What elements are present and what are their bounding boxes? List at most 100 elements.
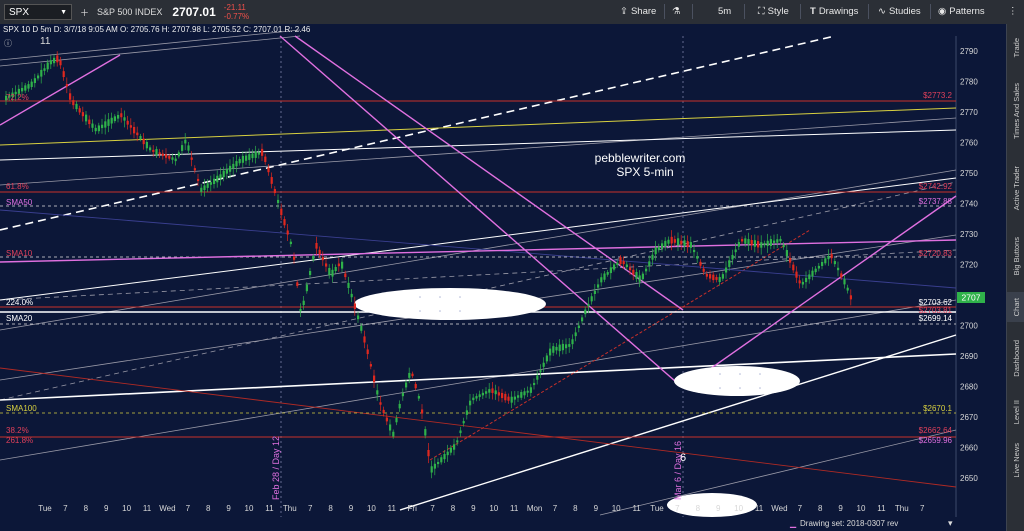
price-chart[interactable]: pebblewriter.com SPX 5-min 72.2% 61.8% S… — [0, 24, 1006, 531]
candle-body — [805, 277, 808, 283]
plus-icon[interactable]: ＋ — [80, 6, 89, 19]
x-tick-label: Thu — [283, 504, 297, 513]
candle-body — [328, 268, 331, 275]
candle-body — [725, 267, 728, 273]
tab-trade-label: Trade — [1011, 38, 1021, 58]
x-tick-label: 10 — [245, 504, 254, 513]
candle-body — [117, 114, 120, 119]
x-tick-label: Fri — [408, 504, 418, 513]
candle-body — [513, 396, 516, 400]
candle-body — [357, 315, 360, 320]
tab-dashboard[interactable]: Dashboard — [1007, 328, 1024, 388]
flask-icon: ⚗ — [672, 6, 681, 17]
studies-button[interactable]: ∿ Studies — [878, 3, 921, 20]
x-tick-label: Wed — [159, 504, 175, 513]
candle-body — [833, 261, 836, 265]
x-tick-label: 9 — [838, 504, 843, 513]
candle-body — [149, 147, 152, 151]
candle-body — [353, 303, 356, 310]
candle-body — [475, 396, 478, 399]
x-tick-label: 8 — [696, 504, 701, 513]
candle-body — [101, 124, 104, 129]
more-icon[interactable]: ⋮ — [1008, 3, 1018, 20]
candle-body — [613, 264, 616, 270]
candle-body — [257, 152, 260, 155]
last-price: 2707.01 — [172, 5, 216, 19]
symbol-input[interactable]: SPX ▼ — [4, 4, 72, 20]
candle-body — [389, 424, 392, 431]
candle-body — [507, 396, 510, 401]
candle-body — [245, 155, 248, 161]
tab-times-and-sales[interactable]: Times And Sales — [1007, 72, 1024, 150]
drawing-set-chevron-icon[interactable]: ▾ — [948, 518, 953, 529]
candle-body — [485, 391, 488, 394]
candle-body — [392, 431, 395, 437]
candle-body — [555, 346, 558, 351]
x-tick-label: 7 — [675, 504, 680, 513]
candle-body — [133, 126, 136, 134]
studies-label: Studies — [888, 6, 921, 17]
tab-trade[interactable]: Trade — [1007, 30, 1024, 66]
candle-body — [216, 175, 219, 183]
candle-body — [715, 277, 718, 280]
y-tick-label: 2790 — [960, 47, 978, 56]
candle-body — [347, 282, 350, 288]
candle-body — [379, 402, 382, 405]
x-tick-label: 8 — [573, 504, 578, 513]
chevron-down-icon[interactable]: ▼ — [60, 9, 67, 16]
share-button[interactable]: ⇪ Share — [620, 3, 656, 20]
tab-big-buttons[interactable]: Big Buttons — [1007, 226, 1024, 286]
candle-body — [625, 264, 628, 268]
drawing-set-label: Drawing set: 2018-0307 rev — [800, 519, 899, 528]
tab-chart[interactable]: Chart — [1007, 292, 1024, 322]
candle-body — [635, 272, 638, 279]
candle-body — [203, 185, 206, 191]
candle-body — [158, 152, 161, 155]
timeframe-button[interactable]: 5m — [718, 3, 731, 20]
candle-body — [411, 373, 414, 377]
candle-body — [648, 261, 651, 266]
candle-body — [81, 112, 84, 117]
x-tick-label: 7 — [308, 504, 313, 513]
candle-body — [673, 239, 676, 243]
candle-body — [123, 117, 126, 121]
candle-body — [696, 256, 699, 259]
studies-icon: ∿ — [878, 6, 886, 17]
candle-body — [299, 308, 302, 312]
x-tick-label: 7 — [186, 504, 191, 513]
text-tool-icon: T — [810, 6, 816, 17]
flask-button[interactable]: ⚗ — [672, 3, 681, 20]
x-tick-label: 10 — [122, 504, 131, 513]
footer-marker: ▁ — [790, 519, 797, 528]
x-tick-label: 7 — [798, 504, 803, 513]
candle-body — [721, 274, 724, 279]
x-tick-label: 9 — [226, 504, 231, 513]
candle-body — [504, 393, 507, 401]
candle-body — [645, 268, 648, 272]
candle-body — [641, 273, 644, 280]
candle-body — [334, 266, 337, 272]
candle-body — [849, 295, 852, 300]
candle-body — [213, 178, 216, 184]
candle-body — [430, 466, 433, 473]
candle-body — [437, 461, 440, 465]
candle-body — [72, 100, 75, 106]
x-tick-label: 8 — [328, 504, 333, 513]
tab-active-trader-label: Active Trader — [1011, 165, 1021, 211]
tab-dashboard-label: Dashboard — [1011, 339, 1021, 377]
tab-active-trader[interactable]: Active Trader — [1007, 156, 1024, 220]
tab-level-ii[interactable]: Level II — [1007, 392, 1024, 432]
candle-body — [302, 300, 305, 306]
style-button[interactable]: ⛶ Style — [758, 3, 789, 20]
tab-live-news[interactable]: Live News — [1007, 436, 1024, 484]
candle-body — [139, 135, 142, 140]
candle-body — [760, 242, 763, 248]
drawings-label: Drawings — [818, 6, 859, 17]
patterns-button[interactable]: ◉ Patterns — [938, 3, 985, 20]
info-icon[interactable]: ⓘ — [4, 38, 12, 49]
candle-body — [408, 372, 411, 378]
y-tick-label: 2680 — [960, 383, 978, 392]
candle-body — [603, 273, 606, 280]
drawings-button[interactable]: T Drawings — [810, 3, 858, 20]
candle-body — [638, 275, 641, 282]
